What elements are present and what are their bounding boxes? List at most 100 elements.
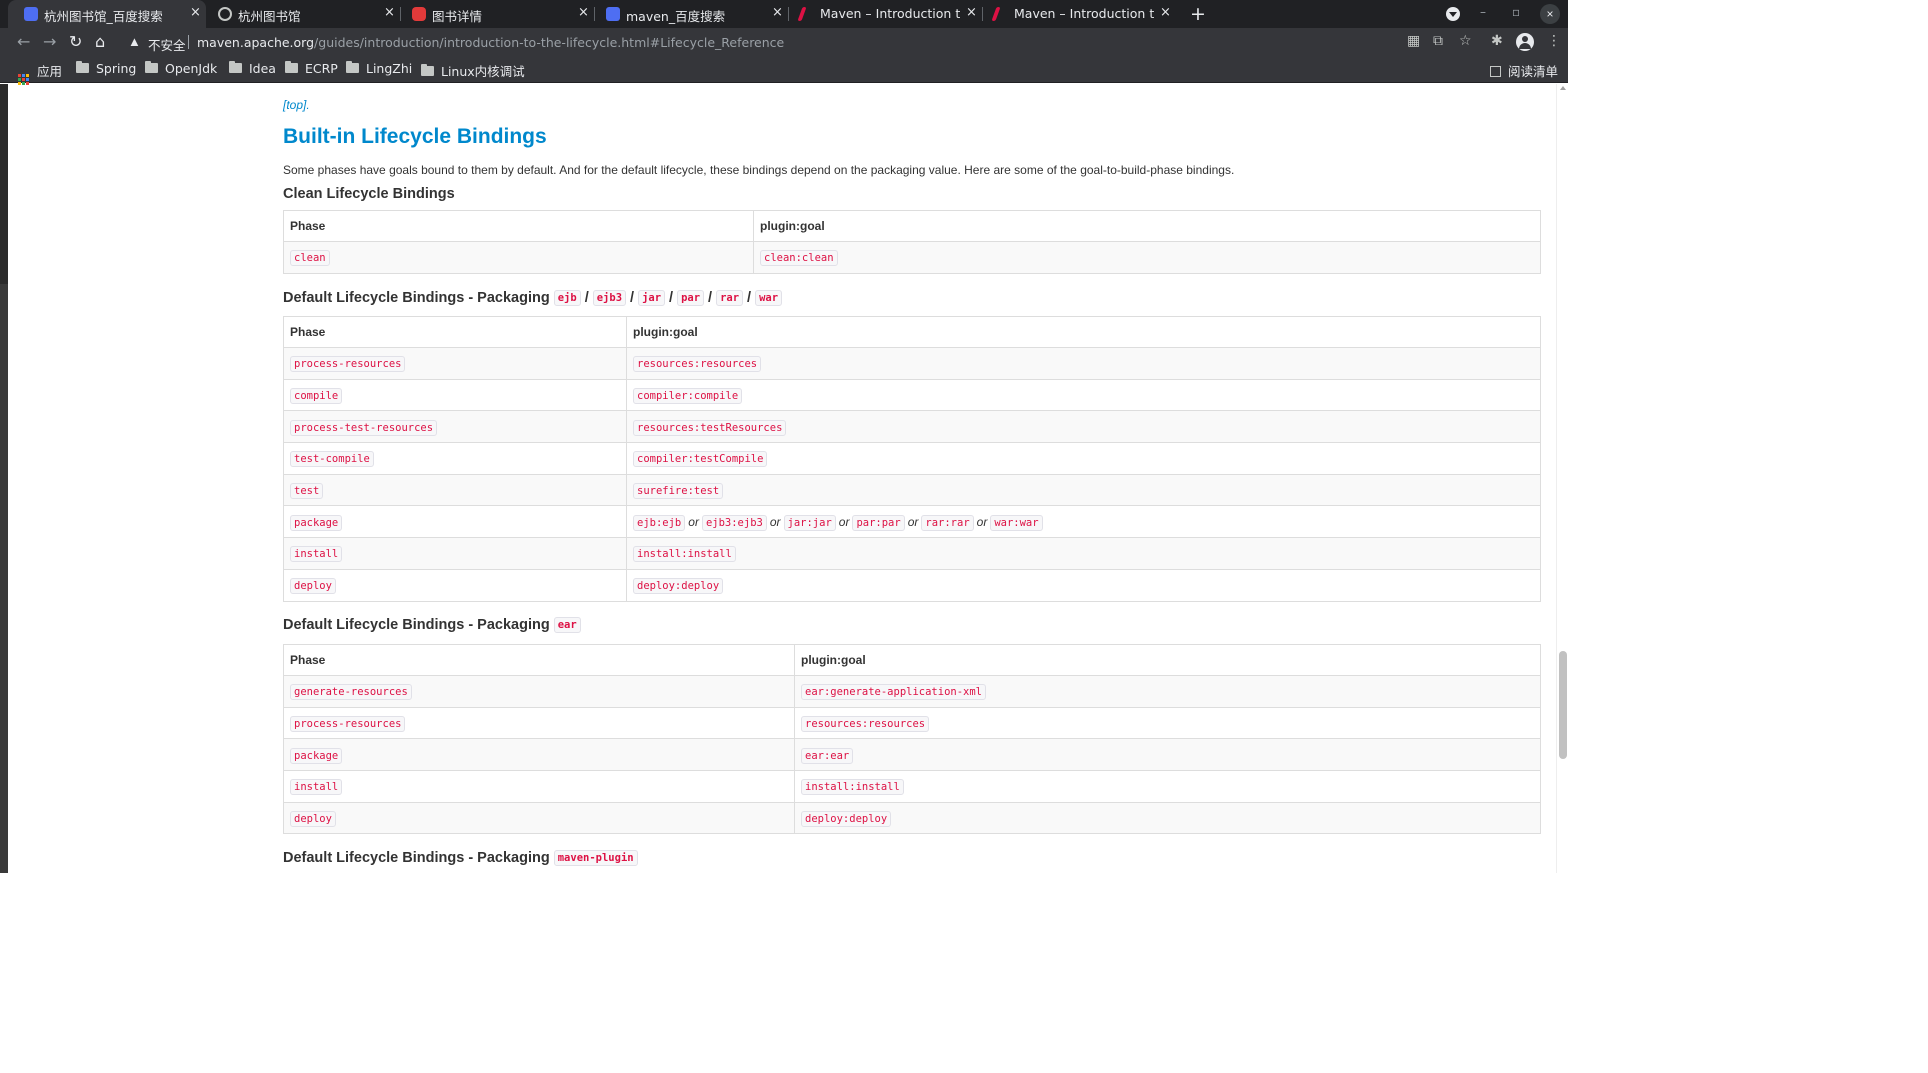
table-row: deploy deploy:deploy	[283, 568, 1541, 602]
bookmark-folder-ecrp[interactable]: ECRP	[285, 61, 338, 76]
url-path: /guides/introduction/introduction-to-the…	[314, 35, 785, 50]
maven-plugin-bindings-heading: Default Lifecycle Bindings - Packaging m…	[283, 850, 638, 866]
bookmark-label: LingZhi	[366, 61, 413, 76]
clean-bindings-heading: Clean Lifecycle Bindings	[283, 186, 455, 202]
folder-icon	[421, 64, 434, 76]
forward-icon[interactable]: →	[43, 32, 56, 51]
goal-cell: compiler:testCompile	[626, 442, 1541, 475]
table-row: process-resources resources:resources	[283, 706, 1541, 740]
translate-icon[interactable]: ⧉	[1433, 33, 1443, 49]
bookmark-folder-idea[interactable]: Idea	[229, 61, 276, 76]
or-text: or	[907, 514, 919, 529]
warning-icon[interactable]: ▲	[128, 34, 141, 49]
goal-code: ejb:ejb	[633, 514, 686, 531]
phase-code: compile	[290, 388, 343, 405]
top-link[interactable]: [top].	[283, 98, 310, 112]
reading-list-button[interactable]: 阅读清单	[1490, 61, 1558, 80]
reload-icon[interactable]: ↻	[69, 32, 82, 51]
bookmark-folder-openjdk[interactable]: OpenJdk	[145, 61, 217, 76]
qr-code-icon[interactable]: ▦	[1407, 33, 1420, 49]
baidu-paw-icon	[24, 7, 38, 21]
tab-separator	[788, 7, 789, 21]
packaging-ejb: ejb	[553, 290, 581, 306]
table-row: test-compile compiler:testCompile	[283, 442, 1541, 475]
scrollbar-thumb[interactable]	[1559, 651, 1567, 759]
tab-baidu-hangzhou-library[interactable]: 杭州图书馆_百度搜索 ×	[8, 0, 206, 28]
bookmark-apps[interactable]: 应用	[18, 61, 62, 85]
tab-baidu-maven[interactable]: maven_百度搜索 ×	[594, 0, 788, 28]
close-tab-icon[interactable]: ×	[966, 5, 977, 20]
phase-cell: install	[283, 537, 627, 570]
bookmark-folder-linux[interactable]: Linux内核调试	[421, 61, 525, 80]
bookmark-star-icon[interactable]: ☆	[1459, 33, 1472, 49]
packaging-maven-plugin: maven-plugin	[553, 850, 638, 866]
profile-avatar-icon[interactable]	[1516, 33, 1534, 51]
tab-title: 杭州图书馆_百度搜索	[44, 9, 163, 24]
goal-cell: install:install	[794, 770, 1541, 803]
bookmark-label: Idea	[249, 61, 276, 76]
column-header-plugin-goal: plugin:goal	[626, 316, 1541, 348]
phase-code: test-compile	[290, 451, 374, 468]
tab-maven-lifecycle-1[interactable]: Maven – Introduction to t ×	[788, 0, 982, 28]
close-tab-icon[interactable]: ×	[578, 5, 589, 20]
goal-code: deploy:deploy	[801, 811, 892, 828]
goal-code: par:par	[852, 514, 905, 531]
tab-maven-lifecycle-2[interactable]: Maven – Introduction to t ×	[982, 0, 1176, 28]
phase-cell: process-resources	[283, 347, 627, 380]
goal-cell: ear:generate-application-xml	[794, 675, 1541, 708]
packaging-par: par	[677, 290, 705, 306]
extensions-icon[interactable]: ✱	[1491, 33, 1503, 49]
bookmark-folder-spring[interactable]: Spring	[76, 61, 136, 76]
restore-icon[interactable]: ▫	[1512, 5, 1520, 19]
goal-cell: deploy:deploy	[626, 568, 1541, 602]
home-icon[interactable]: ⌂	[95, 32, 105, 51]
goal-code: ear:generate-application-xml	[801, 684, 987, 701]
goal-code: compiler:compile	[633, 388, 743, 405]
tab-hangzhou-library[interactable]: 杭州图书馆 ×	[206, 0, 400, 28]
close-tab-icon[interactable]: ×	[190, 5, 201, 20]
tab-book-detail[interactable]: 图书详情 ×	[400, 0, 594, 28]
table-header-row: Phase plugin:goal	[283, 644, 1541, 676]
phase-cell: deploy	[283, 568, 627, 602]
close-window-icon[interactable]: ×	[1540, 4, 1560, 24]
scroll-up-arrow-icon[interactable]	[1560, 86, 1566, 90]
packaging-ejb3: ejb3	[592, 290, 627, 306]
folder-icon	[285, 61, 298, 73]
address-bar[interactable]: ▲ 不安全 maven.apache.org/guides/introducti…	[120, 30, 1500, 54]
table-row: test surefire:test	[283, 473, 1541, 507]
reading-list-label: 阅读清单	[1508, 64, 1559, 79]
table-row: clean clean:clean	[283, 241, 1541, 274]
goal-code: clean:clean	[760, 250, 838, 267]
or-text: or	[688, 514, 699, 529]
goal-code: surefire:test	[633, 483, 724, 500]
vertical-scrollbar[interactable]	[1556, 84, 1568, 873]
phase-cell: package	[283, 738, 795, 772]
close-tab-icon[interactable]: ×	[1160, 5, 1171, 20]
column-header-phase: Phase	[283, 644, 795, 676]
close-tab-icon[interactable]: ×	[384, 5, 395, 20]
url-text[interactable]: maven.apache.org/guides/introduction/int…	[197, 35, 784, 50]
or-text: or	[976, 514, 988, 529]
goal-cell: resources:testResources	[626, 410, 1541, 444]
security-label[interactable]: 不安全	[148, 35, 186, 54]
menu-kebab-icon[interactable]: ⋮	[1547, 33, 1561, 49]
slash-separator: /	[630, 290, 635, 306]
minimize-icon[interactable]: –	[1480, 5, 1486, 19]
close-tab-icon[interactable]: ×	[772, 5, 783, 20]
back-icon[interactable]: ←	[17, 32, 30, 51]
phase-cell: process-resources	[283, 706, 795, 740]
or-text: or	[838, 514, 850, 529]
new-tab-button[interactable]: +	[1190, 3, 1206, 25]
goal-cell: clean:clean	[753, 241, 1541, 274]
column-header-phase: Phase	[283, 210, 754, 242]
phase-cell: process-test-resources	[283, 410, 627, 444]
browser-toolbar: ← → ↻ ⌂ ▲ 不安全 maven.apache.org/guides/in…	[0, 28, 1568, 56]
goal-cell: install:install	[626, 537, 1541, 570]
tab-search-icon[interactable]	[1446, 7, 1460, 21]
tab-title: Maven – Introduction to t	[1014, 6, 1154, 21]
phase-cell: clean	[283, 241, 754, 274]
column-header-plugin-goal: plugin:goal	[753, 210, 1541, 242]
apps-grid-icon	[18, 74, 29, 85]
goal-code: rar:rar	[921, 514, 974, 531]
bookmark-folder-lingzhi[interactable]: LingZhi	[346, 61, 412, 76]
